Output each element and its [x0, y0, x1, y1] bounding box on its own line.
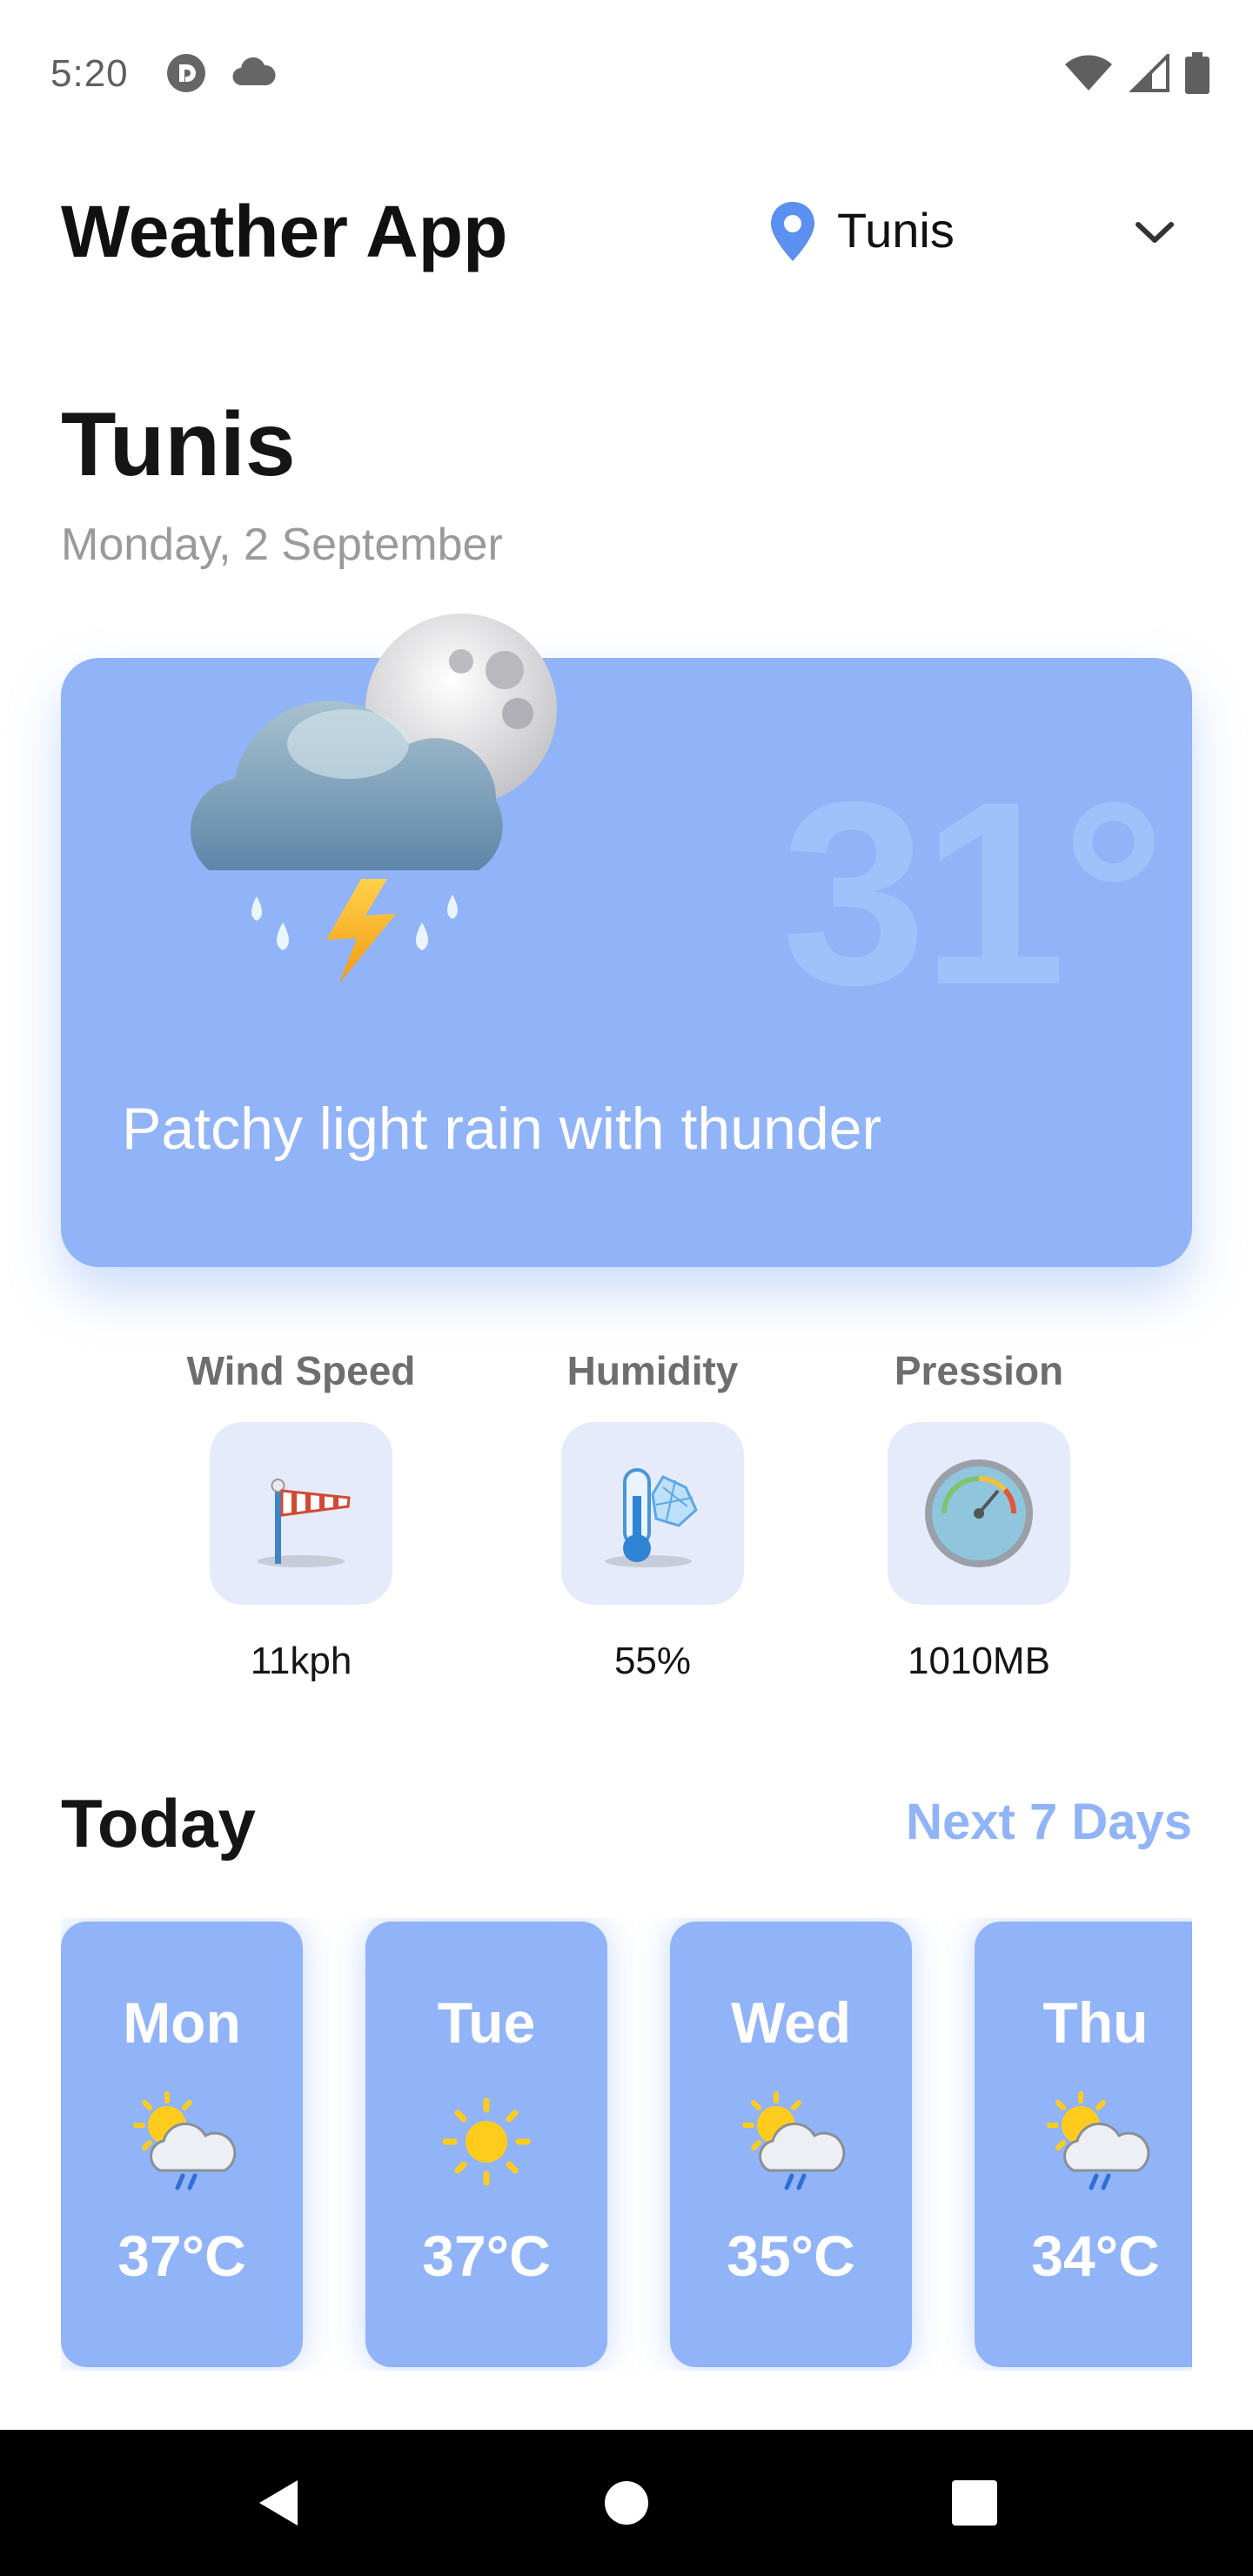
next-7-days-link[interactable]: Next 7 Days — [906, 1793, 1192, 1851]
stat-pression: Pression 1010MB — [848, 1347, 1109, 1683]
location-pin-icon[interactable] — [767, 200, 818, 263]
status-time: 5:20 — [50, 52, 129, 95]
stat-label: Wind Speed — [186, 1348, 416, 1393]
app-title: Weather App — [61, 191, 508, 272]
recents-button[interactable] — [931, 2430, 1018, 2576]
thermometer-icon — [605, 1468, 698, 1567]
weather-condition: Patchy light rain with thunder — [122, 1096, 882, 1162]
sun-cloud-rain-icon — [1047, 2091, 1150, 2190]
stat-humidity: Humidity 55% — [522, 1347, 783, 1683]
status-bar: 5:20 — [0, 0, 1253, 148]
day-card-mon[interactable]: Mon 37°C — [61, 1922, 303, 2367]
day-name: Tue — [437, 1990, 536, 2055]
battery-icon — [1185, 52, 1209, 94]
sun-cloud-rain-icon — [133, 2091, 237, 2190]
wifi-icon — [1065, 55, 1112, 91]
stat-wind-speed: Wind Speed 11kph — [171, 1347, 432, 1683]
sun-cloud-rain-icon — [742, 2091, 846, 2190]
day-name: Mon — [123, 1990, 241, 2055]
stat-label: Humidity — [566, 1348, 739, 1393]
day-card-thu[interactable]: Thu 34°C — [975, 1922, 1192, 2367]
stat-icon-box — [888, 1422, 1070, 1605]
home-icon — [605, 2481, 648, 2525]
stat-value: 11kph — [250, 1640, 352, 1682]
city-name: Tunis — [61, 394, 296, 495]
location-selector-value[interactable]: Tunis — [837, 202, 955, 258]
stat-value: 1010MB — [908, 1640, 1050, 1682]
sun-icon — [442, 2097, 531, 2186]
home-button[interactable] — [583, 2430, 670, 2576]
app-notification-icon — [167, 54, 205, 92]
day-temp: 35°C — [727, 2224, 855, 2288]
back-button[interactable] — [235, 2430, 322, 2576]
status-right-group — [1063, 52, 1209, 94]
today-title: Today — [61, 1785, 256, 1862]
stat-icon-box — [210, 1422, 392, 1605]
recents-icon — [952, 2480, 997, 2526]
cloud-icon — [232, 57, 276, 86]
back-icon — [259, 2480, 298, 2526]
day-name: Wed — [730, 1990, 852, 2055]
day-card-tue[interactable]: Tue 37°C — [365, 1922, 607, 2367]
stat-icon-box — [561, 1422, 744, 1605]
forecast-strip[interactable]: Mon 37°C Tue 37°C Wed 35°C Thu 34°C — [61, 1918, 1192, 2371]
barometer-icon — [925, 1459, 1033, 1567]
day-temp: 37°C — [422, 2224, 551, 2288]
system-nav-bar — [0, 2430, 1253, 2576]
day-card-wed[interactable]: Wed 35°C — [670, 1922, 912, 2367]
day-name: Thu — [1042, 1990, 1149, 2055]
day-temp: 34°C — [1031, 2224, 1160, 2288]
signal-icon — [1129, 54, 1169, 92]
day-temp: 37°C — [117, 2224, 246, 2288]
thunder-rain-night-icon — [190, 614, 557, 983]
current-temperature: 31° — [781, 747, 1166, 1039]
stat-label: Pression — [894, 1348, 1064, 1393]
city-date: Monday, 2 September — [61, 520, 503, 570]
chevron-down-icon[interactable] — [1133, 216, 1176, 251]
stat-value: 55% — [613, 1640, 692, 1682]
windsock-icon — [258, 1479, 351, 1567]
